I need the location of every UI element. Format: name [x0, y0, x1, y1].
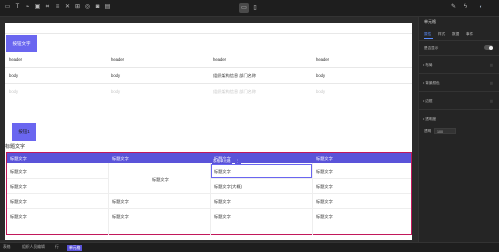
opacity-label: 透明 — [424, 129, 432, 133]
table-cell: body — [111, 89, 121, 94]
tab-style[interactable]: 样式 — [438, 32, 445, 37]
table-cell[interactable]: 标题文字 — [316, 214, 333, 220]
bug-icon[interactable]: ✎ — [450, 4, 457, 11]
grid-icon[interactable]: ⊞ — [74, 4, 81, 11]
breadcrumb-item-active[interactable]: 单元格 — [67, 244, 83, 251]
text-icon[interactable]: T — [14, 4, 21, 11]
table-cell[interactable]: 标题文字 — [214, 199, 231, 205]
selection-tag-label: 表格单元格 — [213, 159, 231, 163]
table-cell: body — [111, 73, 121, 78]
table-header: header — [111, 57, 125, 62]
flash-icon[interactable]: ϟ — [462, 4, 469, 11]
column-divider — [312, 163, 313, 235]
drag-handle-icon[interactable]: ⠿ — [490, 99, 493, 104]
table-cell: 组织架构信息 部门名称 — [213, 73, 257, 78]
chart-icon[interactable]: ▤ — [104, 4, 111, 11]
section-opacity[interactable]: • 透明度 — [423, 117, 436, 122]
selection-tag[interactable]: 表格单元格 — [212, 159, 232, 164]
section-border[interactable]: • 边框 — [423, 99, 432, 104]
table-header: 标题文字 — [316, 155, 333, 161]
tab-events[interactable]: 事件 — [466, 32, 473, 37]
circle-icon[interactable]: ◎ — [84, 4, 91, 11]
table-header: 标题文字 — [10, 155, 27, 161]
table-cell[interactable]: 标题文字 — [10, 199, 27, 205]
table-cell[interactable]: 标题文字 — [112, 214, 129, 220]
tab-properties[interactable]: 属性 — [424, 32, 431, 37]
table-header: header — [316, 57, 330, 62]
table-cell: body — [9, 73, 19, 78]
design-canvas[interactable]: 按钮文字 header header header header body bo… — [5, 23, 412, 240]
toggle-icon[interactable]: ◐ — [474, 4, 488, 11]
divider — [419, 40, 499, 41]
panel-title: 单元格 — [424, 19, 436, 24]
data-table[interactable]: 标题文字 标题文字 标题文字 标题文字 标题文字 标题文字 标题文字 标题文字 … — [6, 152, 412, 235]
primary-button[interactable]: 按钮文字 — [6, 35, 37, 52]
code-icon[interactable]: ⌗ — [44, 4, 51, 11]
top-toolbar: ▭ T ⌁ ▣ ⌗ ≡ ✕ ⊞ ◎ ◙ ▤ ▭ ▯ ✎ ϟ ◐ — [0, 0, 499, 17]
image-icon[interactable]: ▣ — [34, 4, 41, 11]
table-cell[interactable]: 标题文字 — [316, 199, 333, 205]
divider — [5, 33, 412, 34]
link-icon[interactable]: ⌁ — [24, 4, 31, 11]
selection-menu-icon[interactable]: ⋮ — [235, 159, 241, 164]
row-divider — [5, 67, 412, 68]
section-heading: 标题文字 — [5, 144, 26, 150]
visible-label: 是否显示 — [424, 46, 439, 50]
row-divider — [211, 178, 411, 179]
divider — [419, 55, 499, 56]
camera-icon[interactable]: ◙ — [94, 4, 101, 11]
drag-handle-icon[interactable]: ⠿ — [490, 81, 493, 86]
table-cell: body — [316, 89, 326, 94]
table-cell[interactable]: 标题文字 — [316, 184, 333, 190]
folder-icon[interactable]: ▭ — [4, 4, 11, 11]
table-cell[interactable]: 标题文字 — [214, 214, 231, 220]
breadcrumb: 表格 组织人员编辑 行 单元格 — [0, 242, 499, 252]
section-layout[interactable]: • 布局 — [423, 63, 432, 68]
cross-icon[interactable]: ✕ — [64, 4, 71, 11]
table-header: header — [213, 57, 227, 62]
row-divider — [5, 83, 412, 84]
table-header: 标题文字 — [112, 155, 129, 161]
table-cell[interactable]: 标题文字 — [316, 169, 333, 175]
table-cell: body — [9, 89, 19, 94]
table-cell[interactable]: 标题文字 — [112, 199, 129, 205]
divider — [419, 109, 499, 110]
breadcrumb-item[interactable]: 行 — [55, 245, 59, 250]
breadcrumb-item[interactable]: 表格 — [3, 245, 11, 250]
active-tab-indicator — [424, 38, 433, 39]
opacity-input[interactable]: 100 — [434, 128, 456, 134]
table-cell[interactable]: 标题文字 — [10, 184, 27, 190]
table-cell[interactable]: 标题文字(大概) — [214, 184, 242, 190]
table-cell[interactable]: 标题文字 — [10, 169, 27, 175]
divider — [419, 73, 499, 74]
column-divider — [108, 163, 109, 235]
secondary-button[interactable]: 按钮1 — [12, 123, 36, 141]
table-header: header — [9, 57, 23, 62]
breadcrumb-item[interactable]: 组织人员编辑 — [22, 245, 45, 250]
mobile-view-button[interactable]: ▯ — [250, 3, 260, 13]
drag-handle-icon[interactable]: ⠿ — [490, 63, 493, 68]
divider — [419, 91, 499, 92]
table-header-row: 标题文字 标题文字 标题文字 标题文字 — [7, 153, 411, 163]
section-background[interactable]: • 背景颜色 — [423, 81, 440, 86]
properties-panel: 单元格 属性 样式 数据 事件 是否显示 • 布局 ⠿ • 背景颜色 ⠿ • 边… — [418, 17, 499, 242]
visible-toggle[interactable] — [484, 45, 493, 50]
merged-cell[interactable]: 标题文字 — [152, 177, 169, 183]
tab-data[interactable]: 数据 — [452, 32, 459, 37]
list-icon[interactable]: ≡ — [54, 4, 61, 11]
table-cell[interactable]: 标题文字 — [10, 214, 27, 220]
desktop-view-button[interactable]: ▭ — [239, 3, 249, 13]
row-divider — [7, 208, 411, 209]
row-divider — [7, 178, 108, 179]
table-cell: 组织架构信息 部门名称 — [213, 89, 257, 94]
opacity-value: 100 — [437, 129, 443, 134]
selected-cell-outline[interactable] — [211, 164, 312, 178]
table-cell: body — [316, 73, 326, 78]
row-divider — [7, 193, 411, 194]
